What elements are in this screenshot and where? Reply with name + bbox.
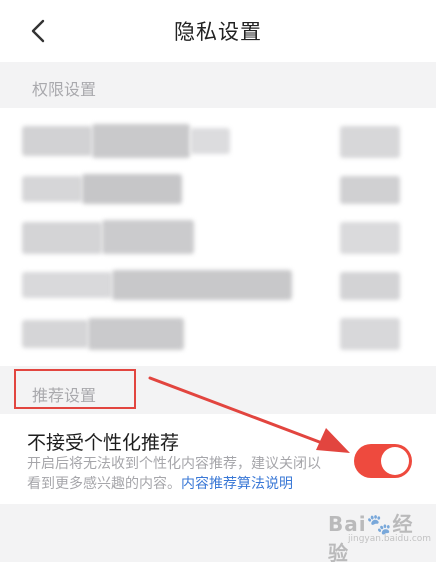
watermark-url: jingyan.baidu.com [348,534,432,544]
baidu-watermark: Bai🐾经验 jingyan.baidu.com [318,500,432,562]
annotation-arrow [148,376,350,453]
paw-icon: 🐾 [366,512,393,536]
watermark-brand: Bai [328,512,367,536]
privacy-settings-screen: 隐私设置 权限设置 推荐设置 不接受个性化推荐 开启后将无法收到个性化内容推荐，… [0,0,436,562]
arrow-head-icon [316,428,350,453]
